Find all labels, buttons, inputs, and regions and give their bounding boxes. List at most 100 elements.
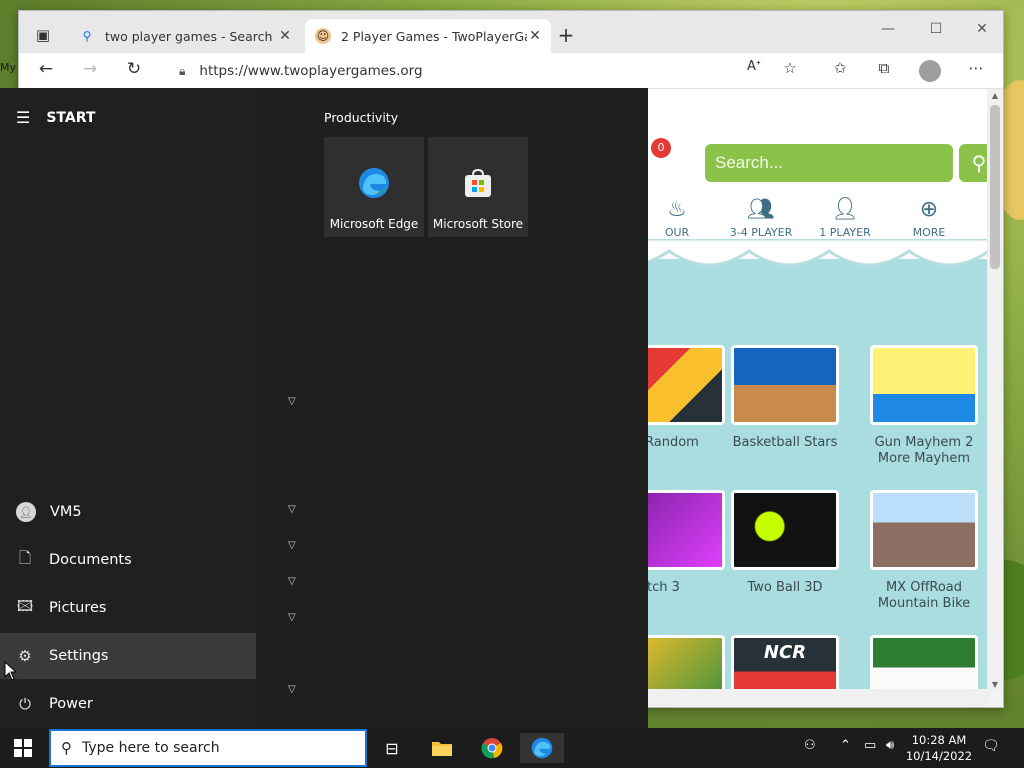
tab-title: two player games - Search — [105, 28, 273, 44]
game-title: Gun Mayhem 2 More Mayhem — [874, 435, 974, 466]
maximize-icon[interactable]: ☐ — [913, 21, 959, 45]
chevron-down-icon[interactable]: ▽ — [288, 504, 296, 515]
favorites-icon[interactable]: ✩ — [827, 59, 853, 83]
site-search-button[interactable]: ⚲ — [959, 144, 989, 182]
category-1-player[interactable]: 👤︎ 1 PLAYER — [805, 197, 885, 239]
url-field[interactable]: 🔒︎ https://www.twoplayergames.org — [165, 57, 625, 85]
store-icon — [465, 168, 491, 197]
smiley-icon: ☺ — [315, 28, 331, 44]
scrollbar-thumb[interactable] — [990, 105, 1000, 269]
close-window-icon[interactable]: ✕ — [959, 21, 1005, 45]
mouse-cursor-icon — [4, 661, 18, 681]
start-power[interactable]: ⏻ Power — [0, 681, 256, 727]
tab-title: 2 Player Games - TwoPlayerGam — [341, 28, 527, 44]
chevron-down-icon[interactable]: ▽ — [288, 396, 296, 407]
chevron-up-icon[interactable]: ⌃ — [840, 738, 851, 753]
scroll-down-icon[interactable]: ▼ — [987, 680, 1003, 689]
document-icon: 🗋 — [18, 548, 32, 567]
clock-date: 10/14/2022 — [905, 749, 973, 763]
new-tab-button[interactable]: + — [553, 23, 579, 47]
refresh-icon[interactable]: ↻ — [121, 59, 147, 83]
vertical-scrollbar[interactable]: ▲ ▼ — [987, 89, 1003, 691]
site-search-input[interactable] — [705, 144, 953, 182]
chevron-down-icon[interactable]: ▽ — [288, 576, 296, 587]
tile-group-title: Productivity — [324, 110, 399, 125]
read-aloud-icon[interactable]: Aᐩ — [741, 59, 767, 83]
lock-icon: 🔒︎ — [179, 63, 186, 78]
windows-start-icon[interactable] — [14, 739, 32, 757]
game-card[interactable]: Basketball Stars — [731, 345, 839, 451]
game-card[interactable]: MX OffRoad Mountain Bike — [870, 490, 978, 612]
start-documents[interactable]: 🗋 Documents — [0, 537, 256, 583]
gear-icon: ⚙ — [18, 647, 32, 665]
edge-taskbar-icon[interactable] — [520, 733, 564, 763]
chevron-down-icon[interactable]: ▽ — [288, 612, 296, 623]
tab-actions-icon[interactable]: ▣ — [29, 21, 57, 49]
category-3-4-player[interactable]: 👥︎ 3-4 PLAYER — [721, 197, 801, 239]
minimize-icon[interactable]: — — [865, 21, 911, 45]
tile-label: Microsoft Store — [432, 217, 524, 231]
volume-icon[interactable]: 🔊︎ — [886, 738, 894, 753]
game-thumbnail — [731, 490, 839, 570]
tab-search[interactable]: ⚲ two player games - Search ✕ — [69, 19, 301, 53]
tab-bar: ▣ ⚲ two player games - Search ✕ ☺ 2 Play… — [19, 11, 1003, 53]
user-icon: 👤︎ — [16, 502, 36, 522]
clock-time: 10:28 AM — [911, 733, 967, 747]
profile-icon[interactable] — [919, 60, 941, 82]
file-explorer-icon[interactable] — [420, 733, 464, 763]
start-menu-header[interactable]: ☰ START — [16, 108, 95, 127]
category-label: MORE — [912, 226, 946, 239]
power-icon: ⏻ — [19, 695, 31, 713]
url-text: https://www.twoplayergames.org — [199, 63, 423, 79]
edge-icon — [359, 168, 389, 198]
notification-center-icon[interactable]: 🗨︎ — [982, 738, 1000, 754]
category-more[interactable]: ⊕ MORE — [889, 197, 969, 239]
system-clock[interactable]: 10:28 AM 10/14/2022 — [900, 732, 978, 764]
category-our[interactable]: ♨ OUR — [637, 197, 717, 239]
group-icon: 👥︎ — [747, 197, 775, 222]
add-favorite-icon[interactable]: ☆ — [777, 59, 803, 83]
side-label: Pictures — [49, 600, 107, 616]
tile-microsoft-store[interactable]: Microsoft Store — [428, 137, 528, 237]
forward-icon[interactable]: → — [77, 59, 103, 83]
tile-microsoft-edge[interactable]: Microsoft Edge — [324, 137, 424, 237]
more-icon[interactable]: ⋯ — [963, 59, 989, 83]
start-title: START — [46, 109, 96, 126]
taskbar: ⚲ ⊟ ⚇ ⌃ ▭ 🔊︎ 10:28 AM 10/14/2022 🗨︎ — [0, 728, 1024, 768]
game-card[interactable]: Gun Mayhem 2 More Mayhem — [870, 345, 978, 467]
category-label: OUR — [664, 226, 690, 239]
collections-icon[interactable]: ⧉ — [871, 59, 897, 83]
people-icon[interactable]: ⚇ — [804, 738, 816, 753]
search-icon: ⚲ — [82, 29, 92, 43]
start-settings[interactable]: ⚙ Settings — [0, 633, 256, 679]
start-menu-sidebar: ☰ START 👤︎ VM5 🗋 Documents 🖾 Pictures ⚙ … — [0, 88, 258, 728]
flame-icon: ♨ — [667, 197, 687, 222]
side-label: VM5 — [50, 504, 82, 520]
close-tab-icon[interactable]: ✕ — [277, 28, 293, 44]
taskbar-search-box[interactable]: ⚲ — [49, 729, 367, 767]
back-icon[interactable]: ← — [33, 59, 59, 83]
side-label: Settings — [49, 648, 109, 664]
scroll-up-icon[interactable]: ▲ — [987, 91, 1003, 100]
game-card[interactable]: Two Ball 3D — [731, 490, 839, 596]
chevron-down-icon[interactable]: ▽ — [288, 540, 296, 551]
game-thumbnail — [870, 345, 978, 425]
taskbar-search-input[interactable] — [82, 740, 332, 756]
chrome-icon[interactable] — [470, 733, 514, 763]
tile-label: Microsoft Edge — [329, 217, 419, 231]
game-title: Basketball Stars — [732, 435, 838, 450]
network-icon[interactable]: ▭ — [864, 738, 876, 753]
address-bar: ← → ↻ 🔒︎ https://www.twoplayergames.org … — [19, 53, 1003, 89]
notification-badge: 0 — [651, 138, 671, 158]
task-view-icon[interactable]: ⊟ — [370, 733, 414, 763]
close-tab-icon[interactable]: ✕ — [527, 28, 543, 44]
category-label: 3-4 PLAYER — [729, 226, 793, 239]
tab-twoplayergames[interactable]: ☺ 2 Player Games - TwoPlayerGam ✕ — [305, 19, 551, 53]
start-user-account[interactable]: 👤︎ VM5 — [0, 489, 256, 535]
game-title: MX OffRoad Mountain Bike — [877, 580, 971, 611]
search-icon: ⚲ — [61, 739, 72, 757]
start-pictures[interactable]: 🖾 Pictures — [0, 585, 256, 631]
desktop-icon-label[interactable]: My — [0, 61, 16, 74]
side-label: Power — [49, 696, 93, 712]
chevron-down-icon[interactable]: ▽ — [288, 684, 296, 695]
